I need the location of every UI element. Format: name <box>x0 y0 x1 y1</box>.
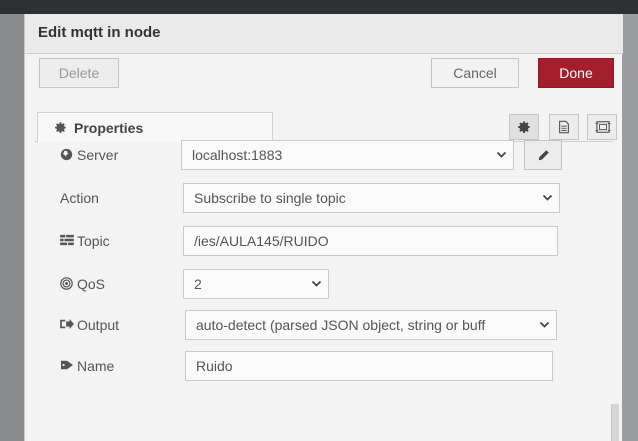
chevron-down-icon <box>542 194 553 201</box>
scrollbar[interactable] <box>611 404 619 441</box>
name-input[interactable]: Ruido <box>185 351 553 381</box>
globe-icon <box>60 148 73 161</box>
gear-icon <box>54 121 67 137</box>
server-label-text: Server <box>77 147 119 163</box>
output-label-text: Output <box>77 317 120 333</box>
workspace-right-edge <box>622 14 638 441</box>
output-value: auto-detect (parsed JSON object, string … <box>196 317 486 333</box>
action-label: Action <box>60 189 170 207</box>
qos-select[interactable]: 2 <box>183 269 329 299</box>
chevron-down-icon <box>496 151 507 158</box>
gear-icon <box>518 121 530 134</box>
action-select[interactable]: Subscribe to single topic <box>183 183 560 213</box>
action-label-text: Action <box>60 190 99 206</box>
server-label: Server <box>60 146 170 164</box>
sign-out-icon <box>60 318 74 330</box>
server-value: localhost:1883 <box>192 147 283 163</box>
topic-label: Topic <box>60 232 170 250</box>
settings-tab-button[interactable] <box>509 114 539 140</box>
target-icon <box>60 277 73 290</box>
chevron-down-icon <box>311 280 322 287</box>
edit-server-button[interactable] <box>524 140 562 170</box>
tag-icon <box>61 360 73 370</box>
output-select[interactable]: auto-detect (parsed JSON object, string … <box>185 310 557 340</box>
frame-icon <box>595 121 611 133</box>
name-label: Name <box>60 357 170 375</box>
pencil-icon <box>538 150 549 161</box>
tab-bar: Properties <box>35 98 617 143</box>
description-tab-button[interactable] <box>549 114 579 140</box>
tab-properties[interactable]: Properties <box>37 112 273 143</box>
name-label-text: Name <box>77 358 115 374</box>
name-value: Ruido <box>196 358 233 374</box>
output-label: Output <box>60 316 170 334</box>
qos-label-text: QoS <box>77 276 106 292</box>
server-select[interactable]: localhost:1883 <box>181 140 514 170</box>
topic-value: /ies/AULA145/RUIDO <box>194 233 329 249</box>
dialog-header: Edit mqtt in node <box>25 14 623 54</box>
edit-node-dialog: Edit mqtt in node Delete Cancel Done Pro… <box>24 14 623 441</box>
qos-value: 2 <box>194 276 202 292</box>
chevron-down-icon <box>539 321 550 328</box>
cancel-button[interactable]: Cancel <box>431 58 519 88</box>
dialog-title: Edit mqtt in node <box>38 24 161 41</box>
qos-label: QoS <box>60 275 170 293</box>
delete-button[interactable]: Delete <box>39 58 119 88</box>
tasks-icon <box>60 234 74 246</box>
topic-input[interactable]: /ies/AULA145/RUIDO <box>183 226 558 256</box>
document-icon <box>559 120 569 134</box>
done-button[interactable]: Done <box>538 58 614 88</box>
appearance-tab-button[interactable] <box>587 114 617 140</box>
tab-properties-label: Properties <box>74 120 144 136</box>
window-top-bar <box>0 0 638 14</box>
action-value: Subscribe to single topic <box>194 190 346 206</box>
workspace-left-edge <box>0 14 24 441</box>
topic-label-text: Topic <box>77 233 110 249</box>
